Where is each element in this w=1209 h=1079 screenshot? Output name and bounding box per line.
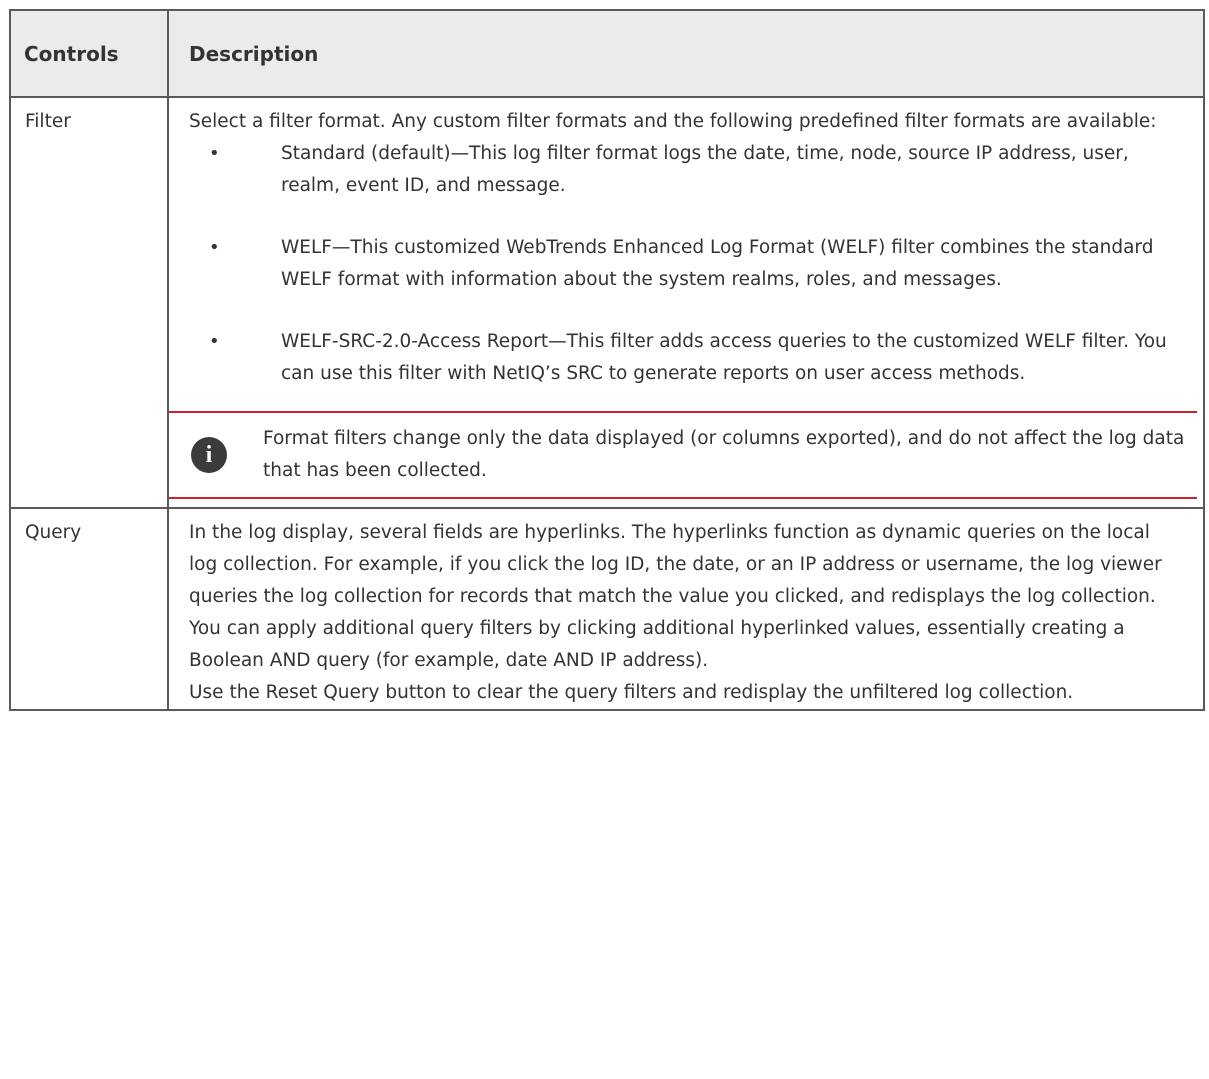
list-item: • Standard (default)—This log filter for…	[209, 138, 1183, 202]
bullet-icon: •	[209, 143, 220, 164]
note-text: Format filters change only the data disp…	[263, 428, 1185, 481]
query-paragraph: Use the Reset Query button to clear the …	[189, 682, 1074, 703]
list-item: • WELF-SRC-2.0-Access Report—This filter…	[209, 326, 1183, 390]
list-item: • WELF—This customized WebTrends Enhance…	[209, 232, 1183, 296]
query-paragraph: In the log display, several fields are h…	[189, 522, 1162, 671]
bullet-icon: •	[209, 237, 220, 258]
info-note: i Format filters change only the data di…	[169, 411, 1197, 499]
bullet-icon: •	[209, 331, 220, 352]
info-icon: i	[191, 437, 227, 473]
list-item-text: WELF—This customized WebTrends Enhanced …	[281, 237, 1154, 290]
table-row-filter: Filter Select a filter format. Any custo…	[9, 96, 1205, 509]
header-controls: Controls	[9, 9, 169, 98]
list-item-text: WELF-SRC-2.0-Access Report—This filter a…	[281, 331, 1167, 384]
control-name: Query	[9, 507, 169, 711]
table-row-query: Query In the log display, several fields…	[9, 507, 1205, 711]
filter-intro: Select a filter format. Any custom filte…	[189, 111, 1157, 132]
header-description: Description	[167, 9, 1205, 98]
controls-table: Controls Description Filter Select a fil…	[9, 9, 1205, 711]
header-row: Controls Description	[9, 9, 1205, 98]
table-header: Controls Description	[9, 9, 1205, 98]
control-name: Filter	[9, 96, 169, 509]
description-cell: In the log display, several fields are h…	[167, 507, 1205, 711]
list-item-text: Standard (default)—This log filter forma…	[281, 143, 1129, 196]
filter-format-list: • Standard (default)—This log filter for…	[189, 138, 1183, 390]
description-cell: Select a filter format. Any custom filte…	[167, 96, 1205, 509]
